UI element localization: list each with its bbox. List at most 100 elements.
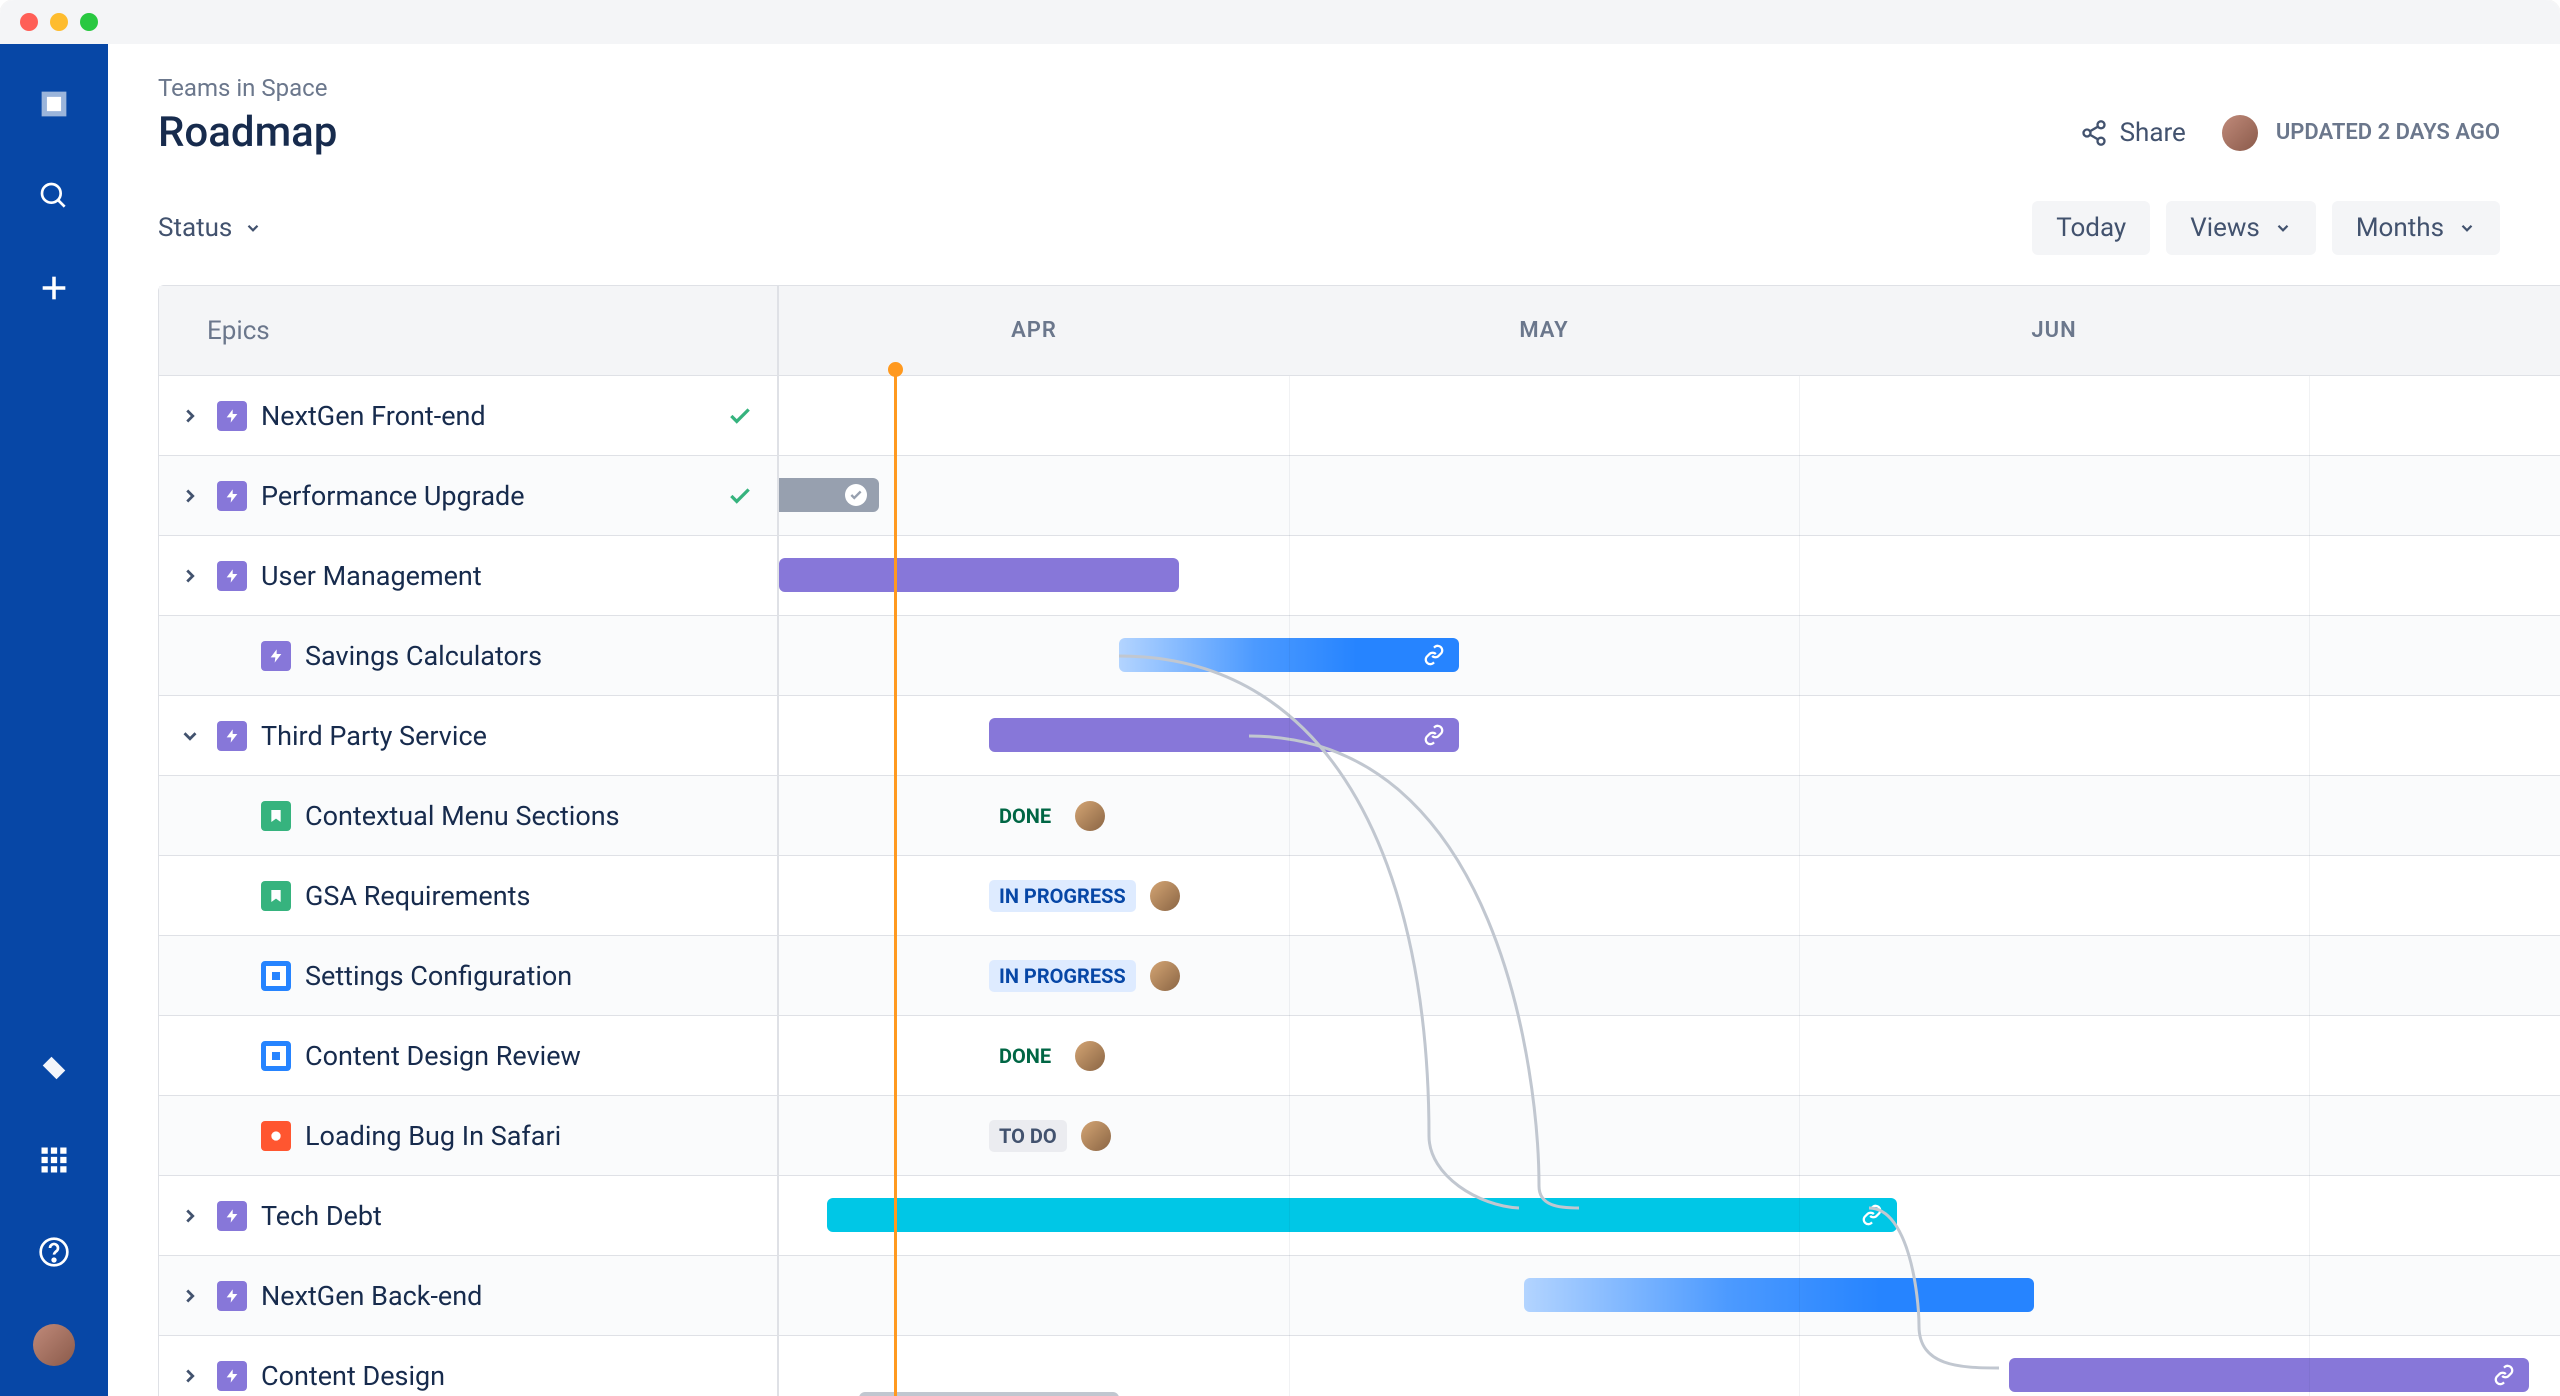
window-maximize-dot[interactable] [80,13,98,31]
row-left: Settings Configuration [159,936,779,1015]
row-label: Third Party Service [261,720,487,752]
status-chip: IN PROGRESS [989,960,1180,992]
breadcrumb[interactable]: Teams in Space [158,74,2560,102]
window-close-dot[interactable] [20,13,38,31]
row-left: Savings Calculators [159,616,779,695]
done-check-icon [845,484,867,506]
views-button[interactable]: Views [2166,201,2316,255]
link-icon [1423,644,1445,666]
chevron-right-icon[interactable] [177,483,203,509]
chevron-right-icon[interactable] [177,1283,203,1309]
horizontal-scrollbar[interactable] [859,1392,1119,1396]
row-timeline[interactable] [779,696,2560,775]
months-button[interactable]: Months [2332,201,2500,255]
create-icon[interactable] [34,268,74,308]
roadmap-row[interactable]: Loading Bug In Safari TO DO [159,1096,2560,1176]
roadmap-row[interactable]: NextGen Back-end [159,1256,2560,1336]
row-timeline[interactable] [779,376,2560,455]
roadmap-row[interactable]: Settings Configuration IN PROGRESS [159,936,2560,1016]
timeline-bar[interactable] [1524,1278,2034,1312]
row-label: Loading Bug In Safari [305,1120,561,1152]
today-marker [894,370,897,1396]
row-timeline[interactable]: DONE [779,1016,2560,1095]
notifications-icon[interactable] [34,1048,74,1088]
timeline-bar[interactable] [989,718,1459,752]
row-timeline[interactable] [779,1256,2560,1335]
status-filter-label: Status [158,213,232,243]
profile-avatar[interactable] [33,1324,75,1366]
share-button[interactable]: Share [2080,118,2186,148]
timeline-bar[interactable] [827,1198,1897,1232]
link-icon [2493,1364,2515,1386]
timeline-bar[interactable] [2009,1358,2529,1392]
bug-icon [261,1121,291,1151]
roadmap-row[interactable]: NextGen Front-end [159,376,2560,456]
row-label: Contextual Menu Sections [305,800,620,832]
row-left: User Management [159,536,779,615]
epic-icon [217,481,247,511]
roadmap-row[interactable]: Savings Calculators [159,616,2560,696]
status-label: IN PROGRESS [989,880,1136,912]
roadmap-row[interactable]: Performance Upgrade [159,456,2560,536]
roadmap-row[interactable]: Tech Debt [159,1176,2560,1256]
roadmap-row[interactable]: User Management [159,536,2560,616]
app-switcher-icon[interactable] [34,1140,74,1180]
assignee-avatar[interactable] [1075,1041,1105,1071]
status-chip: DONE [989,800,1105,832]
row-timeline[interactable] [779,1176,2560,1255]
help-icon[interactable] [34,1232,74,1272]
row-left: GSA Requirements [159,856,779,935]
row-timeline[interactable]: IN PROGRESS [779,856,2560,935]
row-label: NextGen Back-end [261,1280,482,1312]
timeline-bar[interactable] [779,478,879,512]
row-left: Third Party Service [159,696,779,775]
roadmap-row[interactable]: Content Design [159,1336,2560,1396]
row-left: Content Design [159,1336,779,1396]
epic-icon [217,1361,247,1391]
today-button[interactable]: Today [2032,201,2150,255]
roadmap-row[interactable]: Content Design Review DONE [159,1016,2560,1096]
month-header: APR [779,286,1289,375]
status-chip: TO DO [989,1120,1111,1152]
status-label: TO DO [989,1120,1067,1152]
status-filter[interactable]: Status [158,213,262,243]
row-left: Performance Upgrade [159,456,779,535]
assignee-avatar[interactable] [1150,961,1180,991]
story-icon [261,881,291,911]
row-timeline[interactable] [779,456,2560,535]
row-timeline[interactable] [779,616,2560,695]
chevron-right-icon[interactable] [177,563,203,589]
roadmap-row[interactable]: GSA Requirements IN PROGRESS [159,856,2560,936]
row-left: Contextual Menu Sections [159,776,779,855]
row-left: NextGen Back-end [159,1256,779,1335]
task-icon [261,961,291,991]
assignee-avatar[interactable] [1081,1121,1111,1151]
roadmap-row[interactable]: Third Party Service [159,696,2560,776]
jira-logo-icon[interactable] [34,84,74,124]
month-header: JUN [1799,286,2309,375]
updated-text: UPDATED 2 DAYS AGO [2276,120,2500,145]
assignee-avatar[interactable] [1075,801,1105,831]
link-icon [1423,724,1445,746]
row-label: GSA Requirements [305,880,530,912]
row-label: Content Design Review [305,1040,581,1072]
row-timeline[interactable]: IN PROGRESS [779,936,2560,1015]
row-timeline[interactable]: DONE [779,776,2560,855]
roadmap-row[interactable]: Contextual Menu Sections DONE [159,776,2560,856]
timeline-bar[interactable] [779,558,1179,592]
status-label: IN PROGRESS [989,960,1136,992]
chevron-down-icon[interactable] [177,723,203,749]
row-label: Settings Configuration [305,960,572,992]
row-label: Tech Debt [261,1200,382,1232]
chevron-right-icon[interactable] [177,1203,203,1229]
month-header [2309,286,2560,375]
chevron-right-icon[interactable] [177,1363,203,1389]
row-timeline[interactable] [779,536,2560,615]
assignee-avatar[interactable] [1150,881,1180,911]
chevron-right-icon[interactable] [177,403,203,429]
search-icon[interactable] [34,176,74,216]
row-timeline[interactable]: TO DO [779,1096,2560,1175]
row-timeline[interactable] [779,1336,2560,1396]
epics-column-header: Epics [159,286,779,375]
window-minimize-dot[interactable] [50,13,68,31]
